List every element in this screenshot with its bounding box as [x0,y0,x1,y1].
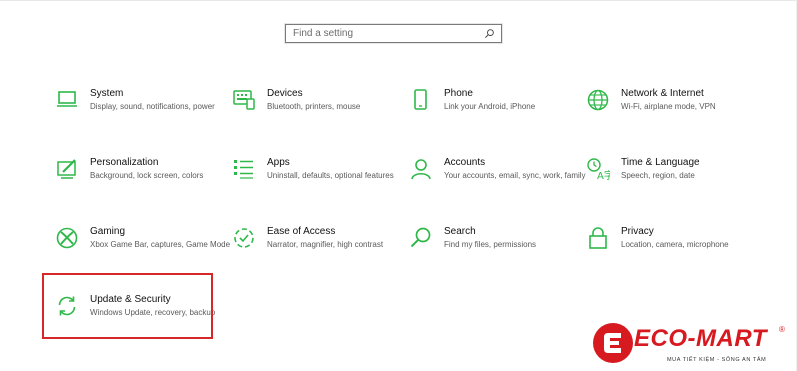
registered-mark: ® [779,325,785,334]
monitor-icon [57,91,77,107]
tile-title: System [90,88,124,99]
tile-title: Personalization [90,157,159,168]
search-icon [485,29,494,38]
tile-description: Link your Android, iPhone [444,102,536,111]
tile-title: Privacy [621,226,654,237]
tile-ease-of-access[interactable]: Ease of Access Narrator, magnifier, high… [232,226,402,282]
xbox-icon [56,227,78,249]
logo-slogan: MUA TIẾT KIỆM - SỐNG AN TÂM [667,357,767,363]
eco-mart-logo: ECO-MART ® MUA TIẾT KIỆM - SỐNG AN TÂM [592,322,792,368]
tile-description: Your accounts, email, sync, work, family [444,171,586,180]
highlight-box [42,273,213,339]
globe-icon [587,89,609,111]
person-icon [411,159,431,180]
tile-description: Xbox Game Bar, captures, Game Mode [90,240,231,249]
eco-mart-emblem-icon [593,323,633,363]
tile-description: Display, sound, notifications, power [90,102,215,111]
tile-title: Ease of Access [267,226,336,237]
paint-icon [57,159,76,179]
svg-text:A字: A字 [597,169,610,181]
tile-title: Accounts [444,157,486,168]
magnifier-icon [410,227,431,248]
ease-of-access-icon [234,228,254,248]
search-input[interactable]: Find a setting [293,28,353,39]
apps-list-icon [234,160,253,179]
tile-description: Speech, region, date [621,171,695,180]
tile-description: Bluetooth, printers, mouse [267,102,361,111]
tile-title: Gaming [90,226,126,237]
tile-time-language[interactable]: A字 Time & Language Speech, region, date [586,157,756,213]
logo-name: ECO-MART [634,325,767,352]
tile-phone[interactable]: Phone Link your Android, iPhone [409,88,579,144]
lock-icon [589,227,607,249]
tile-title: Devices [267,88,303,99]
search-box[interactable]: Find a setting [285,24,502,43]
phone-icon [414,89,427,110]
tile-accounts[interactable]: Accounts Your accounts, email, sync, wor… [409,157,586,213]
tile-description: Find my files, permissions [444,240,537,249]
tile-system[interactable]: System Display, sound, notifications, po… [55,88,225,144]
tile-title: Apps [267,157,290,168]
top-divider [0,0,797,1]
tile-title: Phone [444,88,473,99]
tile-description: Narrator, magnifier, high contrast [267,240,384,249]
time-language-icon: A字 [587,158,610,181]
tile-apps[interactable]: Apps Uninstall, defaults, optional featu… [232,157,402,213]
keyboard-icon [233,90,255,110]
tile-description: Wi-Fi, airplane mode, VPN [621,102,716,111]
tile-search[interactable]: Search Find my files, permissions [409,226,579,282]
tile-devices[interactable]: Devices Bluetooth, printers, mouse [232,88,402,144]
tile-network-internet[interactable]: Network & Internet Wi-Fi, airplane mode,… [586,88,756,144]
tile-personalization[interactable]: Personalization Background, lock screen,… [55,157,225,213]
tile-description: Background, lock screen, colors [90,171,204,180]
tile-title: Search [444,226,476,237]
tile-title: Network & Internet [621,88,704,99]
tile-description: Uninstall, defaults, optional features [267,171,394,180]
tile-description: Location, camera, microphone [621,240,729,249]
tile-title: Time & Language [621,157,700,168]
tile-privacy[interactable]: Privacy Location, camera, microphone [586,226,756,282]
